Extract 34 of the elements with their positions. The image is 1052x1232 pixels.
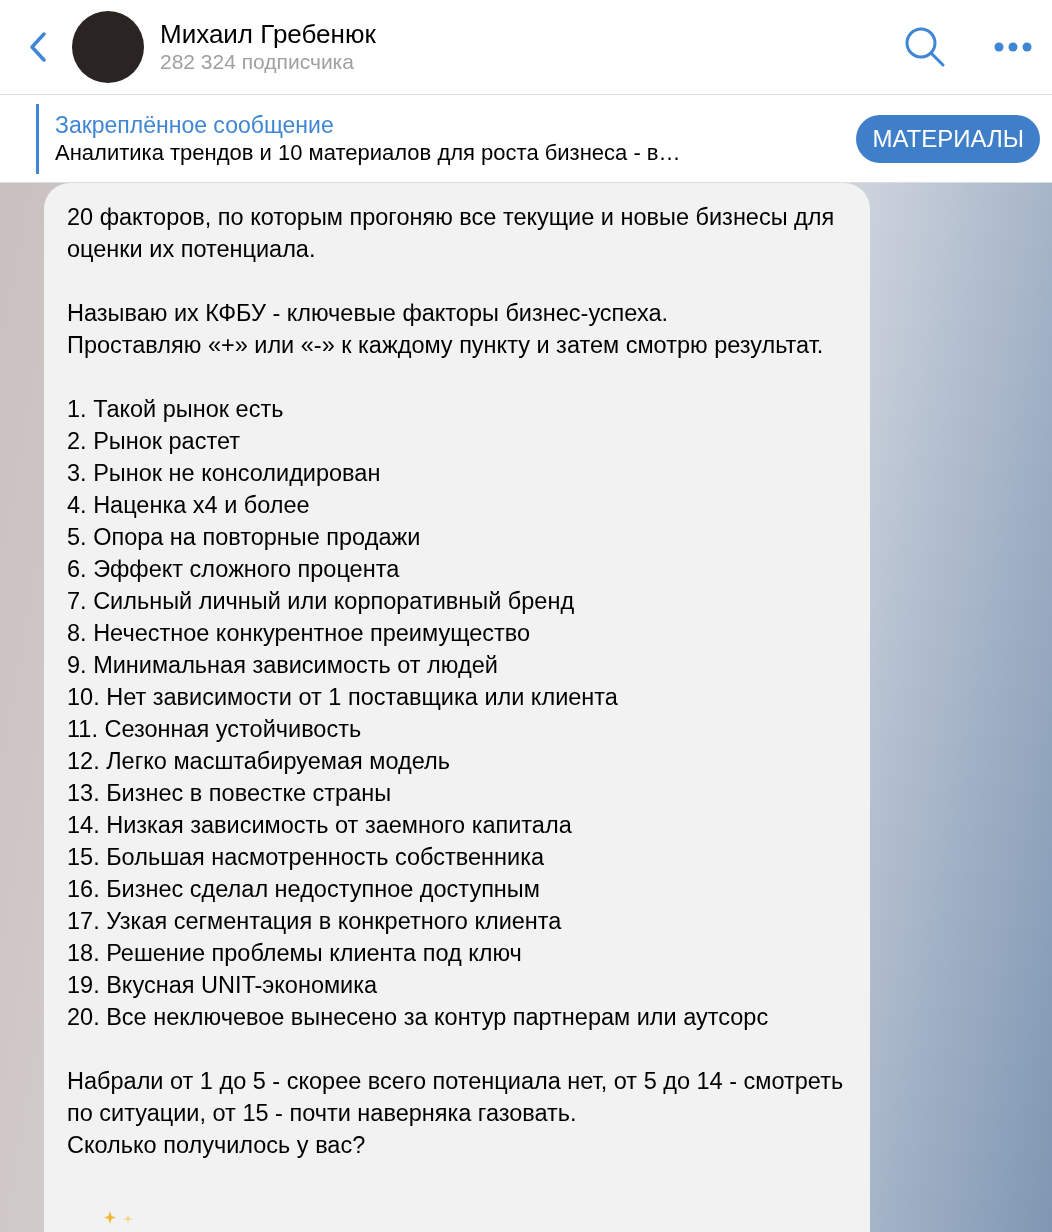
message-text: 6. Эффект сложного процента: [67, 555, 401, 584]
message-text: 5. Опора на повторные продажи: [67, 523, 422, 552]
message-text: Называю их КФБУ - ключевые факторы бизнес-успеха.: [67, 299, 669, 328]
message-text: 20. Все неключевое вынесено за контур партнерам или аутсорс: [67, 1003, 770, 1032]
message-text: Проставляю «+» или «-» к каждому пункту и затем смотрю результат.: [67, 331, 825, 360]
subscriber-count: 282 324 подписчика: [160, 49, 355, 75]
message-text: 20 факторов, по которым прогоняю все текущие и новые бизнесы для оценки их потенциала.: [67, 203, 836, 264]
message-text: 4. Наценка x4 и более: [67, 491, 311, 520]
message-text: 13. Бизнес в повестке страны: [67, 779, 393, 808]
materials-button[interactable]: МАТЕРИАЛЫ: [856, 114, 1040, 163]
message-text: 8. Нечестное конкурентное преимущество: [67, 619, 532, 648]
message-text: 10. Нет зависимости от 1 поставщика или клиента: [67, 683, 619, 712]
message-text: 14. Низкая зависимость от заемного капитала: [67, 811, 573, 840]
pin-indicator: [36, 103, 39, 174]
message-text: 18. Решение проблемы клиента под ключ: [67, 939, 523, 968]
message-text: 16. Бизнес сделал недоступное доступным: [67, 875, 541, 904]
back-icon[interactable]: [28, 31, 48, 63]
channel-name: Михаил Гребенюк: [160, 19, 377, 49]
message-text: 3. Рынок не консолидирован: [67, 459, 382, 488]
message-text: 7. Сильный личный или корпоративный бренд: [67, 587, 576, 616]
message-text: 9. Минимальная зависимость от людей: [67, 651, 499, 680]
message-text: 15. Большая насмотренность собственника: [67, 843, 546, 872]
message-text: 19. Вкусная UNIT-экономика: [67, 971, 379, 1000]
message-text: 17. Узкая сегментация в конкретного клиента: [67, 907, 563, 936]
message-text: 11. Сезонная устойчивость: [67, 715, 363, 744]
search-icon[interactable]: [904, 26, 946, 68]
message-text: 12. Легко масштабируемая модель: [67, 747, 451, 776]
message-text: 2. Рынок растет: [67, 427, 241, 456]
pinned-text[interactable]: Аналитика трендов и 10 материалов для роста бизнеса - в…: [55, 138, 857, 167]
message-text: Набрали от 1 до 5 - скорее всего потенциала нет, от 5 до 14 - смотреть по ситуации, от 15 - почти наверняка газовать.: [67, 1067, 845, 1128]
pinned-title[interactable]: Закреплённое сообщение: [55, 110, 857, 139]
more-icon[interactable]: [994, 42, 1032, 52]
message-text: Сколько получилось у вас?: [67, 1131, 367, 1160]
message-text: 1. Такой рынок есть: [67, 395, 285, 424]
